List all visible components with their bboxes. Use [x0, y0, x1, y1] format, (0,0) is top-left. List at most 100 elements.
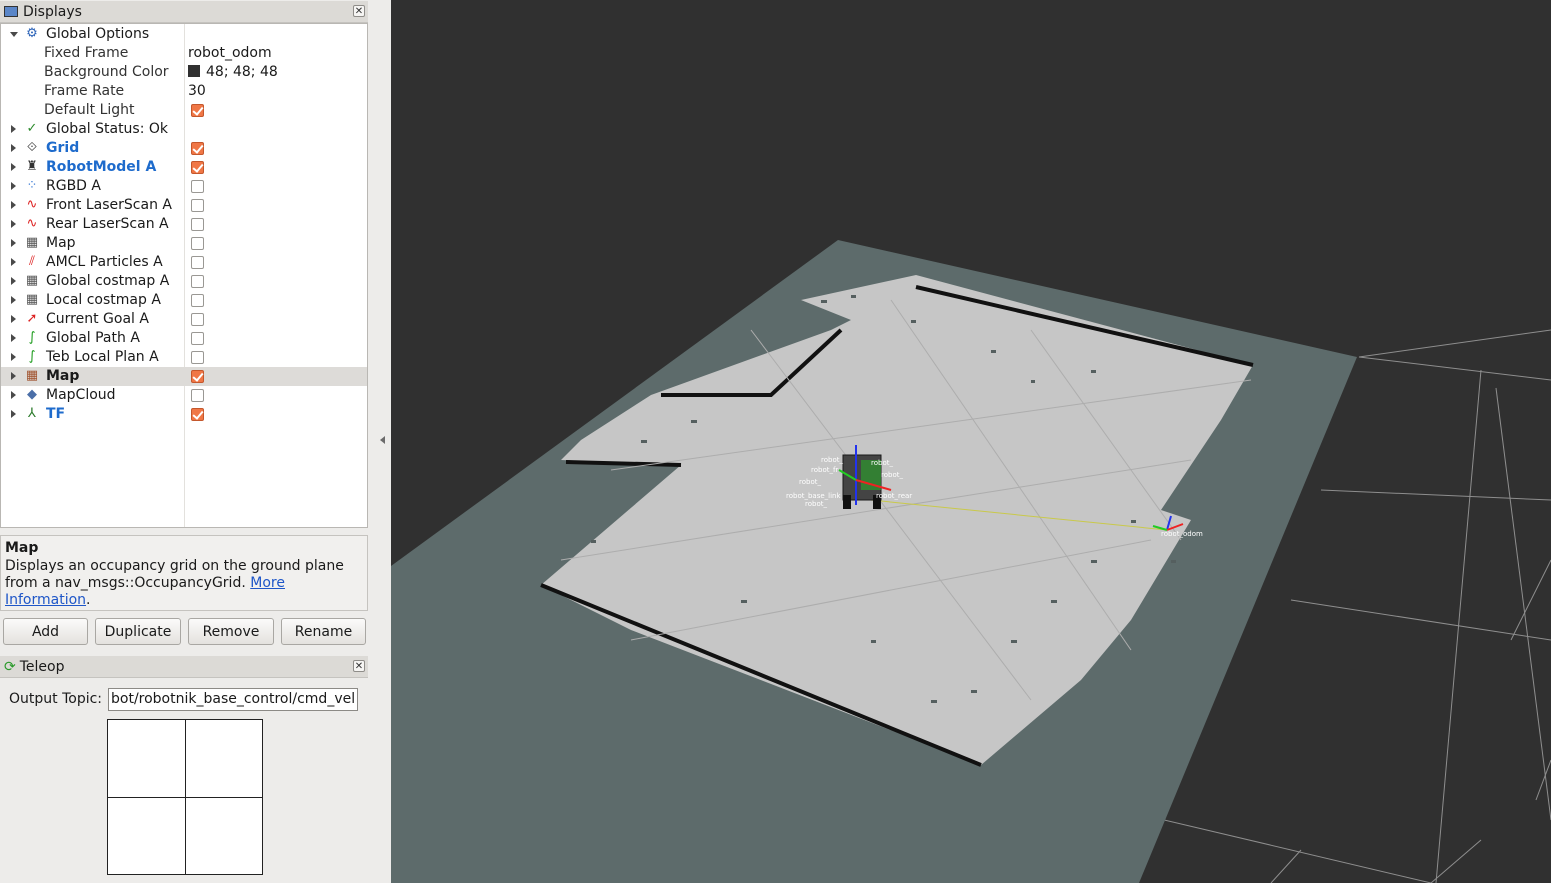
- expand-triangle-icon[interactable]: [11, 182, 16, 190]
- tree-row-rgbd[interactable]: ⁘ RGBD A: [1, 177, 367, 196]
- remove-button[interactable]: Remove: [188, 618, 274, 645]
- add-button[interactable]: Add: [3, 618, 88, 645]
- robot-icon: ♜: [26, 159, 38, 174]
- description-text: Displays an occupancy grid on the ground…: [5, 558, 344, 591]
- map-icon: ▦: [25, 273, 39, 288]
- output-topic-label: Output Topic:: [9, 691, 103, 707]
- tree-row-frame-rate[interactable]: Frame Rate 30: [1, 82, 367, 101]
- tree-row-current-goal[interactable]: ➚ Current Goal A: [1, 310, 367, 329]
- output-topic-input[interactable]: bot/robotnik_base_control/cmd_vel: [108, 688, 358, 711]
- local-costmap-checkbox[interactable]: [191, 294, 204, 307]
- display-description: Map Displays an occupancy grid on the gr…: [0, 535, 368, 611]
- laserscan-icon: ∿: [26, 197, 38, 212]
- expand-triangle-icon[interactable]: [11, 391, 16, 399]
- tree-row-robotmodel[interactable]: ♜ RobotModel A: [1, 158, 367, 177]
- color-swatch[interactable]: [188, 65, 200, 77]
- fixed-frame-label: Fixed Frame: [44, 45, 129, 61]
- display-item-label: RGBD A: [46, 178, 101, 194]
- close-icon[interactable]: ✕: [353, 660, 365, 672]
- rgbd-checkbox[interactable]: [191, 180, 204, 193]
- duplicate-button[interactable]: Duplicate: [95, 618, 181, 645]
- rear-laserscan-checkbox[interactable]: [191, 218, 204, 231]
- tree-row-global-costmap[interactable]: ▦ Global costmap A: [1, 272, 367, 291]
- tree-row-fixed-frame[interactable]: Fixed Frame robot_odom: [1, 44, 367, 63]
- fixed-frame-value[interactable]: robot_odom: [188, 44, 272, 63]
- rename-button[interactable]: Rename: [281, 618, 366, 645]
- dock-splitter[interactable]: [375, 0, 391, 883]
- display-item-label: Map: [46, 368, 80, 384]
- tree-row-global-path[interactable]: ∫ Global Path A: [1, 329, 367, 348]
- mapcloud-checkbox[interactable]: [191, 389, 204, 402]
- background-color-value-wrap[interactable]: 48; 48; 48: [188, 63, 278, 82]
- expand-triangle-icon[interactable]: [11, 125, 16, 133]
- expand-triangle-icon[interactable]: [11, 144, 16, 152]
- teb-local-plan-checkbox[interactable]: [191, 351, 204, 364]
- monitor-icon: [4, 6, 18, 17]
- expand-triangle-icon[interactable]: [11, 353, 16, 361]
- tree-row-front-laserscan[interactable]: ∿ Front LaserScan A: [1, 196, 367, 215]
- left-dock: Displays ✕ ⚙ Global Options Fixed Frame …: [0, 0, 383, 883]
- tree-row-map-1[interactable]: ▦ Map: [1, 234, 367, 253]
- grid-checkbox[interactable]: [191, 142, 204, 155]
- displays-panel-title: Displays: [23, 3, 82, 20]
- display-item-label: Current Goal A: [46, 311, 149, 327]
- map-2-checkbox[interactable]: [191, 370, 204, 383]
- default-light-checkbox[interactable]: [191, 104, 204, 117]
- tree-row-teb-local-plan[interactable]: ∫ Teb Local Plan A: [1, 348, 367, 367]
- default-light-label: Default Light: [44, 102, 135, 118]
- front-laserscan-checkbox[interactable]: [191, 199, 204, 212]
- collapse-arrow-icon[interactable]: [380, 436, 385, 444]
- pointcloud-icon: ⁘: [26, 178, 38, 193]
- expand-triangle-icon[interactable]: [11, 296, 16, 304]
- displays-panel-header: Displays ✕: [0, 1, 368, 23]
- frame-rate-value[interactable]: 30: [188, 82, 206, 101]
- grid-icon: ⟐: [26, 140, 38, 155]
- teleop-touchpad[interactable]: [107, 719, 263, 875]
- map-checkbox[interactable]: [191, 237, 204, 250]
- svg-text:robot_odom: robot_odom: [1161, 530, 1203, 538]
- tree-row-global-options[interactable]: ⚙ Global Options: [1, 25, 367, 44]
- diamond-icon: ◆: [27, 387, 37, 402]
- refresh-icon: ⟳: [4, 658, 16, 675]
- tree-row-map-2-selected[interactable]: ▦ Map: [1, 367, 367, 386]
- expand-triangle-icon[interactable]: [11, 334, 16, 342]
- tree-row-background-color[interactable]: Background Color 48; 48; 48: [1, 63, 367, 82]
- expand-triangle-icon[interactable]: [11, 410, 16, 418]
- render-viewport[interactable]: robot_ robot_fr robot_ robot_ robot_ rob…: [391, 0, 1551, 883]
- displays-tree[interactable]: ⚙ Global Options Fixed Frame robot_odom …: [0, 23, 368, 528]
- current-goal-checkbox[interactable]: [191, 313, 204, 326]
- svg-text:robot_base_link: robot_base_link: [786, 492, 841, 500]
- amcl-particles-checkbox[interactable]: [191, 256, 204, 269]
- expand-triangle-icon[interactable]: [11, 258, 16, 266]
- map-icon: ▦: [25, 235, 39, 250]
- display-item-label: TF: [46, 406, 66, 422]
- expand-triangle-icon[interactable]: [10, 32, 18, 37]
- map-icon: ▦: [25, 368, 39, 383]
- tree-row-tf[interactable]: ⅄ TF: [1, 405, 367, 424]
- svg-text:robot_rear: robot_rear: [876, 492, 912, 500]
- tree-row-rear-laserscan[interactable]: ∿ Rear LaserScan A: [1, 215, 367, 234]
- expand-triangle-icon[interactable]: [11, 220, 16, 228]
- tf-axes-icon: ⅄: [28, 406, 36, 421]
- expand-triangle-icon[interactable]: [11, 201, 16, 209]
- expand-triangle-icon[interactable]: [11, 163, 16, 171]
- tf-checkbox[interactable]: [191, 408, 204, 421]
- expand-triangle-icon[interactable]: [11, 315, 16, 323]
- tree-row-local-costmap[interactable]: ▦ Local costmap A: [1, 291, 367, 310]
- tree-row-global-status[interactable]: ✓ Global Status: Ok: [1, 120, 367, 139]
- tree-row-amcl-particles[interactable]: ⫽ AMCL Particles A: [1, 253, 367, 272]
- tree-row-mapcloud[interactable]: ◆ MapCloud: [1, 386, 367, 405]
- tree-row-default-light[interactable]: Default Light: [1, 101, 367, 120]
- map-icon: ▦: [25, 292, 39, 307]
- display-item-label: Grid: [46, 140, 80, 156]
- close-icon[interactable]: ✕: [353, 5, 365, 17]
- robotmodel-checkbox[interactable]: [191, 161, 204, 174]
- check-icon: ✓: [26, 121, 38, 136]
- expand-triangle-icon[interactable]: [11, 277, 16, 285]
- global-costmap-checkbox[interactable]: [191, 275, 204, 288]
- expand-triangle-icon[interactable]: [11, 372, 16, 380]
- global-path-checkbox[interactable]: [191, 332, 204, 345]
- tree-row-grid[interactable]: ⟐ Grid: [1, 139, 367, 158]
- display-item-label: Local costmap A: [46, 292, 161, 308]
- expand-triangle-icon[interactable]: [11, 239, 16, 247]
